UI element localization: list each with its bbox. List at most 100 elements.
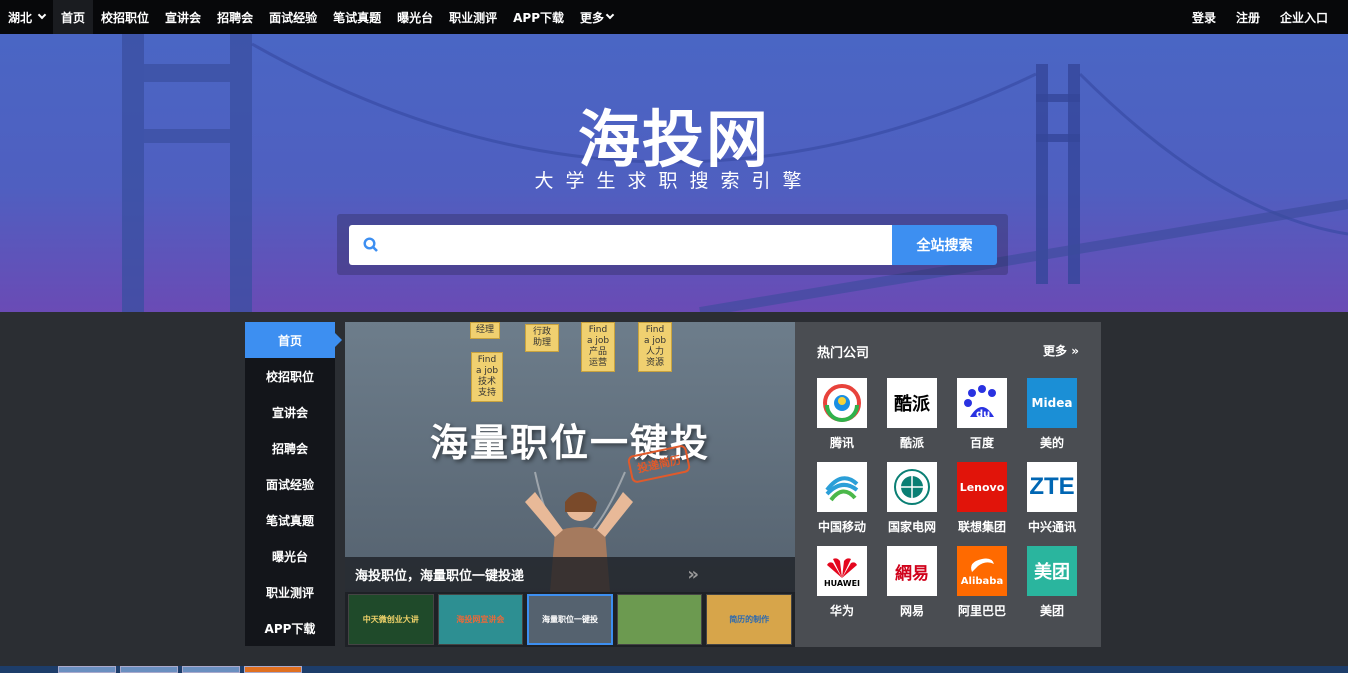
company-card[interactable]: ZTE 中兴通讯 — [1027, 462, 1097, 535]
side-item-home[interactable]: 首页 — [245, 322, 342, 358]
company-name: 阿里巴巴 — [957, 604, 1006, 618]
login-link[interactable]: 登录 — [1182, 0, 1226, 34]
panel-header: 热门公司 更多 » — [817, 342, 1079, 361]
taskbar-button[interactable] — [182, 666, 240, 673]
side-item-career-test[interactable]: 职业测评 — [245, 574, 335, 610]
baidu-logo-text: du — [976, 409, 990, 420]
huawei-logo-text: HUAWEI — [823, 578, 861, 588]
banner-caption-text: 海投职位，海量职位一键投递 — [355, 569, 525, 584]
job-tag: 行政助理 — [525, 324, 559, 352]
company-grid: 腾讯 酷派 酷派 du 百度 Midea 美的 中国移动 国家电网 Lenovo… — [817, 378, 1087, 619]
nav-campus-jobs[interactable]: 校招职位 — [93, 0, 157, 34]
panel-title: 热门公司 — [817, 346, 870, 361]
sgcc-logo-icon — [887, 462, 937, 512]
top-nav: 湖北 首页 校招职位 宣讲会 招聘会 面试经验 笔试真题 曝光台 职业测评 AP… — [0, 0, 1348, 34]
nav-presentations[interactable]: 宣讲会 — [157, 0, 209, 34]
company-name: 联想集团 — [957, 520, 1006, 534]
side-item-campus-jobs[interactable]: 校招职位 — [245, 358, 335, 394]
company-card[interactable]: 国家电网 — [887, 462, 957, 535]
thumbnail[interactable]: 中天微创业大讲 — [348, 594, 434, 645]
alibaba-logo-icon: Alibaba — [957, 546, 1007, 596]
huawei-logo-icon: HUAWEI — [817, 546, 867, 596]
register-link[interactable]: 注册 — [1226, 0, 1270, 34]
netease-logo-icon: 網易 — [887, 546, 937, 596]
side-item-presentations[interactable]: 宣讲会 — [245, 394, 335, 430]
taskbar-button[interactable] — [58, 666, 116, 673]
banner-headline: 海量职位一键投 — [429, 420, 710, 465]
tencent-logo-icon — [817, 378, 867, 428]
company-name: 美的 — [1039, 436, 1064, 450]
side-item-job-fairs[interactable]: 招聘会 — [245, 430, 335, 466]
hot-companies-panel: 热门公司 更多 » 腾讯 酷派 酷派 du 百度 Midea 美的 中国移动 国… — [795, 322, 1101, 647]
side-item-exposure[interactable]: 曝光台 — [245, 538, 335, 574]
nav-career-test[interactable]: 职业测评 — [441, 0, 505, 34]
company-name: 美团 — [1039, 604, 1064, 618]
job-tag: 经理 — [470, 322, 500, 339]
search-box — [349, 225, 892, 265]
city-selector[interactable]: 湖北 — [0, 0, 53, 34]
company-card[interactable]: Lenovo 联想集团 — [957, 462, 1027, 535]
search-bar: 全站搜索 — [337, 214, 1008, 275]
company-name: 百度 — [969, 436, 994, 450]
company-name: 华为 — [829, 604, 854, 618]
nav-exposure[interactable]: 曝光台 — [389, 0, 441, 34]
company-card[interactable]: 腾讯 — [817, 378, 887, 451]
job-tag: Find a job 产品运营 — [581, 322, 615, 372]
more-label: 更多 — [1043, 344, 1068, 358]
company-card[interactable]: Alibaba 阿里巴巴 — [957, 546, 1027, 619]
search-input[interactable] — [393, 225, 892, 265]
company-card[interactable]: 酷派 酷派 — [887, 378, 957, 451]
more-link[interactable]: 更多 » — [1043, 342, 1079, 361]
search-icon — [349, 225, 393, 265]
company-name: 网易 — [899, 604, 924, 618]
nav-interview-exp[interactable]: 面试经验 — [261, 0, 325, 34]
carousel-banner[interactable]: 经理 行政助理 Find a job 产品运营 Find a job 人力资源 … — [345, 322, 795, 592]
company-name: 酷派 — [899, 436, 924, 450]
lenovo-logo-icon: Lenovo — [957, 462, 1007, 512]
city-label: 湖北 — [8, 10, 33, 25]
company-name: 中兴通讯 — [1027, 520, 1076, 534]
thumbnail[interactable]: 海量职位一键投 — [527, 594, 613, 645]
alibaba-logo-text: Alibaba — [960, 575, 1004, 587]
chevron-down-icon — [605, 10, 615, 20]
nav-job-fairs[interactable]: 招聘会 — [209, 0, 261, 34]
nav-written-tests[interactable]: 笔试真题 — [325, 0, 389, 34]
job-tag: Find a job 人力资源 — [638, 322, 672, 372]
zte-logo-icon: ZTE — [1027, 462, 1077, 512]
side-item-written-tests[interactable]: 笔试真题 — [245, 502, 335, 538]
taskbar-button[interactable] — [120, 666, 178, 673]
side-item-app-download[interactable]: APP下载 — [245, 610, 335, 646]
taskbar-button[interactable] — [244, 666, 302, 673]
job-tag: Find a job 技术支持 — [471, 352, 503, 402]
company-card[interactable]: Midea 美的 — [1027, 378, 1097, 451]
company-card[interactable]: 網易 网易 — [887, 546, 957, 619]
site-search-button[interactable]: 全站搜索 — [892, 225, 997, 265]
banner-thumbnails: 中天微创业大讲 海投网宣讲会 海量职位一键投 简历的制作 — [345, 592, 795, 647]
china-mobile-logo-icon — [817, 462, 867, 512]
next-arrow-icon[interactable]: » — [687, 564, 698, 585]
chevron-down-icon — [37, 10, 47, 20]
side-item-interview-exp[interactable]: 面试经验 — [245, 466, 335, 502]
nav-home[interactable]: 首页 — [53, 0, 94, 34]
company-card[interactable]: 美团 美团 — [1027, 546, 1097, 619]
nav-more[interactable]: 更多 — [572, 0, 621, 34]
enterprise-link[interactable]: 企业入口 — [1270, 0, 1338, 34]
company-name: 国家电网 — [887, 520, 936, 534]
company-name: 中国移动 — [817, 520, 866, 534]
company-card[interactable]: HUAWEI 华为 — [817, 546, 887, 619]
meituan-logo-icon: 美团 — [1027, 546, 1077, 596]
side-menu: 首页 校招职位 宣讲会 招聘会 面试经验 笔试真题 曝光台 职业测评 APP下载 — [245, 322, 342, 646]
nav-app-download[interactable]: APP下载 — [505, 0, 572, 34]
company-card[interactable]: 中国移动 — [817, 462, 887, 535]
company-name: 腾讯 — [829, 436, 854, 450]
coolpad-logo-icon: 酷派 — [887, 378, 937, 428]
midea-logo-icon: Midea — [1027, 378, 1077, 428]
thumbnail[interactable]: 海投网宣讲会 — [437, 594, 524, 645]
nav-more-label: 更多 — [580, 10, 605, 25]
thumbnail[interactable]: 简历的制作 — [706, 594, 792, 645]
thumbnail[interactable] — [616, 594, 703, 645]
site-slogan: 大学生求职搜索引擎 — [534, 170, 814, 192]
os-taskbar — [0, 666, 1348, 673]
company-card[interactable]: du 百度 — [957, 378, 1027, 451]
banner-caption: 海投职位，海量职位一键投递 » — [345, 557, 795, 592]
